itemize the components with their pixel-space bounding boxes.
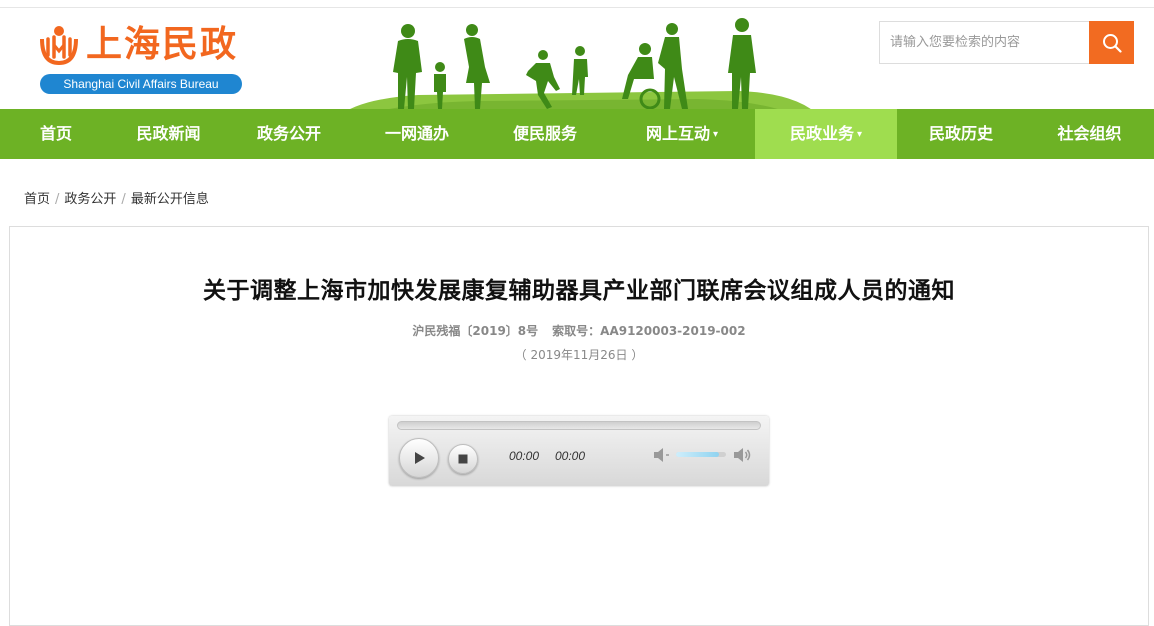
audio-player: 00:00 00:00 xyxy=(389,416,769,486)
nav-item-history[interactable]: 民政历史 xyxy=(897,109,1025,159)
breadcrumb-home[interactable]: 首页 xyxy=(24,192,50,207)
breadcrumb-gov-affairs[interactable]: 政务公开 xyxy=(64,192,116,207)
breadcrumb-latest-info[interactable]: 最新公开信息 xyxy=(131,192,209,207)
stop-button[interactable] xyxy=(448,444,478,474)
nav-item-social-organizations[interactable]: 社会组织 xyxy=(1025,109,1154,159)
nav-item-one-net-service[interactable]: 一网通办 xyxy=(353,109,481,159)
index-number: 索取号：AA9120003-2019-002 xyxy=(552,324,746,338)
search-box xyxy=(879,21,1134,64)
article-title: 关于调整上海市加快发展康复辅助器具产业部门联席会议组成人员的通知 xyxy=(203,278,955,304)
duration-time: 00:00 xyxy=(555,449,586,463)
search-button[interactable] xyxy=(1089,21,1134,64)
chevron-down-icon: ▾ xyxy=(712,128,719,140)
breadcrumb: 首页 / 政务公开 / 最新公开信息 xyxy=(24,188,209,207)
logo-emblem-icon xyxy=(40,26,78,65)
nav-item-online-interaction[interactable]: 网上互动 ▾ xyxy=(609,109,755,159)
logo-title: 上海民政 xyxy=(86,24,239,65)
volume-slider-fill xyxy=(676,452,719,457)
main-nav: 首页 民政新闻 政务公开 一网通办 便民服务 网上互动 ▾ 民政业务 ▾ 民政历史 … xyxy=(0,109,1154,159)
current-time: 00:00 xyxy=(509,449,540,463)
stop-icon xyxy=(458,454,468,464)
search-icon xyxy=(1102,33,1122,53)
breadcrumb-separator: / xyxy=(55,192,60,207)
search-input[interactable] xyxy=(879,21,1090,64)
chevron-down-icon: ▾ xyxy=(856,128,863,140)
volume-up-icon[interactable] xyxy=(732,446,752,464)
publish-date: （ 2019年11月26日 ） xyxy=(514,348,644,362)
logo-subtitle: Shanghai Civil Affairs Bureau xyxy=(40,74,242,94)
play-button[interactable] xyxy=(399,438,439,478)
volume-slider[interactable] xyxy=(676,452,726,457)
breadcrumb-separator: / xyxy=(121,192,126,207)
document-number: 沪民残福〔2019〕8号 xyxy=(412,324,539,338)
audio-progress-bar[interactable] xyxy=(397,421,761,430)
play-icon xyxy=(415,452,425,464)
nav-item-civil-affairs-business[interactable]: 民政业务 ▾ xyxy=(755,109,897,159)
article-container: 关于调整上海市加快发展康复辅助器具产业部门联席会议组成人员的通知 沪民残福〔20… xyxy=(9,226,1149,626)
nav-item-home[interactable]: 首页 xyxy=(0,109,112,159)
volume-mute-icon[interactable] xyxy=(652,446,672,464)
top-border xyxy=(0,0,1154,8)
site-logo[interactable]: 上海民政 Shanghai Civil Affairs Bureau xyxy=(38,23,248,99)
site-header: 上海民政 Shanghai Civil Affairs Bureau xyxy=(0,9,1154,117)
family-silhouette-banner xyxy=(338,18,820,117)
nav-item-gov-affairs[interactable]: 政务公开 xyxy=(225,109,353,159)
nav-item-news[interactable]: 民政新闻 xyxy=(112,109,225,159)
article-meta: 沪民残福〔2019〕8号 索取号：AA9120003-2019-002 xyxy=(10,322,1148,339)
nav-item-public-service[interactable]: 便民服务 xyxy=(481,109,609,159)
